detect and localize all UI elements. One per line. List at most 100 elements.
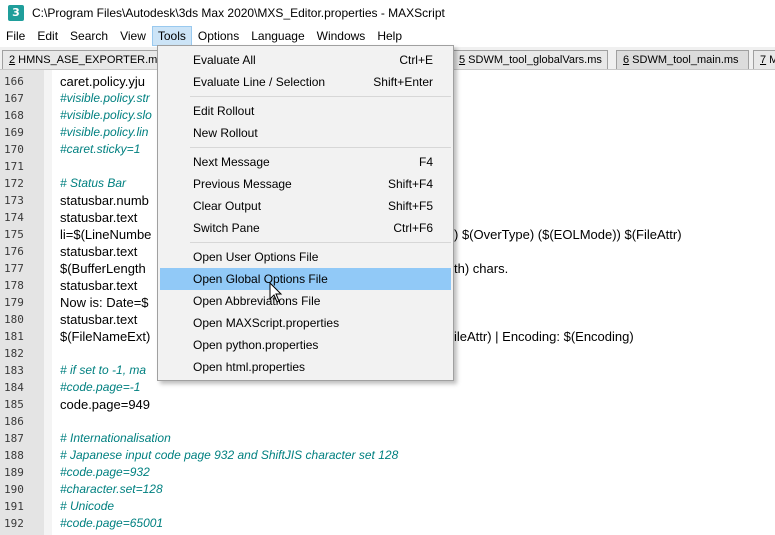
menu-item-open-user-options-file[interactable]: Open User Options File [160, 246, 451, 268]
menu-help[interactable]: Help [371, 26, 408, 46]
menu-item-evaluate-line-selection[interactable]: Evaluate Line / Selection Shift+Enter [160, 71, 451, 93]
menu-item-clear-output[interactable]: Clear Output Shift+F5 [160, 195, 451, 217]
line-number: 190 [4, 483, 24, 496]
line-number: 171 [4, 160, 24, 173]
code-comment: # Status Bar [60, 176, 127, 190]
menu-item-shortcut: F4 [418, 155, 433, 169]
tab-hmns-ase-exporter[interactable]: 2 HMNS_ASE_EXPORTER.ms [2, 50, 158, 69]
code-text: statusbar.text [60, 278, 138, 293]
tab-label: SDWM_tool_main.ms [629, 54, 739, 66]
title-bar: 3 C:\Program Files\Autodesk\3ds Max 2020… [0, 0, 775, 25]
code-text-tail: ileAttr) | Encoding: $(Encoding) [454, 329, 634, 344]
code-line[interactable]: 186 [0, 413, 775, 430]
code-comment: #code.page=-1 [60, 380, 141, 394]
menu-item-open-maxscript-properties[interactable]: Open MAXScript.properties [160, 312, 451, 334]
code-line[interactable]: 184 #code.page=-1 [0, 379, 775, 396]
line-number: 188 [4, 449, 24, 462]
line-number: 174 [4, 211, 24, 224]
menu-item-label: Evaluate All [193, 53, 256, 67]
menu-file[interactable]: File [0, 26, 31, 46]
code-comment: # Japanese input code page 932 and Shift… [60, 448, 399, 462]
line-number: 180 [4, 313, 24, 326]
code-comment: #code.page=932 [60, 465, 150, 479]
line-number: 186 [4, 415, 24, 428]
menu-separator [190, 96, 451, 97]
line-number: 177 [4, 262, 24, 275]
menu-item-label: Open User Options File [193, 250, 319, 264]
code-line[interactable]: 187 # Internationalisation [0, 430, 775, 447]
menu-item-label: Previous Message [193, 177, 292, 191]
menu-search[interactable]: Search [64, 26, 114, 46]
menu-separator [190, 242, 451, 243]
code-line[interactable]: 192 #code.page=65001 [0, 515, 775, 532]
code-text: Now is: Date=$ [60, 295, 149, 310]
code-comment: #visible.policy.str [60, 91, 150, 105]
window-title: C:\Program Files\Autodesk\3ds Max 2020\M… [32, 5, 445, 20]
line-number: 173 [4, 194, 24, 207]
line-number: 166 [4, 75, 24, 88]
menu-item-shortcut: Shift+F5 [387, 199, 433, 213]
line-number: 192 [4, 517, 24, 530]
menu-item-open-html-properties[interactable]: Open html.properties [160, 356, 451, 378]
code-comment: # Internationalisation [60, 431, 171, 445]
menu-item-next-message[interactable]: Next Message F4 [160, 151, 451, 173]
line-number: 172 [4, 177, 24, 190]
code-comment: # Unicode [60, 499, 115, 513]
code-text: statusbar.text [60, 210, 138, 225]
code-line[interactable]: 190 #character.set=128 [0, 481, 775, 498]
menu-item-label: Switch Pane [193, 221, 260, 235]
code-comment: # if set to -1, ma [60, 363, 147, 377]
menu-item-evaluate-all[interactable]: Evaluate All Ctrl+E [160, 49, 451, 71]
line-number: 183 [4, 364, 24, 377]
tab-overflow[interactable]: 7 M [753, 50, 775, 69]
code-comment: #visible.policy.slo [60, 108, 152, 122]
tab-sdwm-tool-main[interactable]: 6 SDWM_tool_main.ms [616, 50, 749, 69]
menu-item-shortcut: Ctrl+E [399, 53, 433, 67]
maxscript-app-icon[interactable]: 3 [8, 4, 24, 21]
menu-bar: File Edit Search View Tools Options Lang… [0, 25, 775, 47]
menu-item-label: Open python.properties [193, 338, 319, 352]
code-comment: #code.page=65001 [60, 516, 164, 530]
code-line[interactable]: 189 #code.page=932 [0, 464, 775, 481]
menu-item-switch-pane[interactable]: Switch Pane Ctrl+F6 [160, 217, 451, 239]
menu-item-label: Next Message [193, 155, 270, 169]
tab-label: HMNS_ASE_EXPORTER.ms [15, 54, 158, 66]
line-number: 178 [4, 279, 24, 292]
code-text: code.page=949 [60, 397, 151, 412]
tools-dropdown-menu: Evaluate All Ctrl+E Evaluate Line / Select… [157, 45, 454, 381]
line-number: 175 [4, 228, 24, 241]
menu-item-previous-message[interactable]: Previous Message Shift+F4 [160, 173, 451, 195]
code-text-tail: ) $(OverType) ($(EOLMode)) $(FileAttr) [454, 227, 682, 242]
menu-item-shortcut: Shift+Enter [373, 75, 433, 89]
code-text: li=$(LineNumbe [60, 227, 152, 242]
code-text-tail: th) chars. [454, 261, 509, 276]
menu-view[interactable]: View [114, 26, 152, 46]
code-comment: #visible.policy.lin [60, 125, 149, 139]
menu-item-open-global-options-file[interactable]: Open Global Options File [160, 268, 451, 290]
code-line[interactable]: 191 # Unicode [0, 498, 775, 515]
menu-language[interactable]: Language [245, 26, 310, 46]
menu-item-label: New Rollout [193, 126, 258, 140]
line-number: 181 [4, 330, 24, 343]
menu-item-open-abbreviations-file[interactable]: Open Abbreviations File [160, 290, 451, 312]
line-number: 179 [4, 296, 24, 309]
code-comment: #caret.sticky=1 [60, 142, 141, 156]
code-line[interactable]: 185 code.page=949 [0, 396, 775, 413]
menu-item-edit-rollout[interactable]: Edit Rollout [160, 100, 451, 122]
menu-item-new-rollout[interactable]: New Rollout [160, 122, 451, 144]
menu-options[interactable]: Options [192, 26, 245, 46]
mouse-pointer-icon [269, 282, 283, 303]
menu-item-label: Open html.properties [193, 360, 306, 374]
line-number: 170 [4, 143, 24, 156]
menu-item-label: Evaluate Line / Selection [193, 75, 326, 89]
menu-windows[interactable]: Windows [311, 26, 372, 46]
line-number: 176 [4, 245, 24, 258]
code-text: caret.policy.yju [60, 74, 146, 89]
menu-edit[interactable]: Edit [31, 26, 64, 46]
tab-sdwm-tool-globalvars[interactable]: 5 SDWM_tool_globalVars.ms [452, 50, 608, 69]
menu-item-label: Open MAXScript.properties [193, 316, 340, 330]
menu-item-label: Open Global Options File [193, 272, 328, 286]
code-line[interactable]: 188 # Japanese input code page 932 and Sh… [0, 447, 775, 464]
menu-item-open-python-properties[interactable]: Open python.properties [160, 334, 451, 356]
menu-tools[interactable]: Tools [151, 26, 192, 46]
